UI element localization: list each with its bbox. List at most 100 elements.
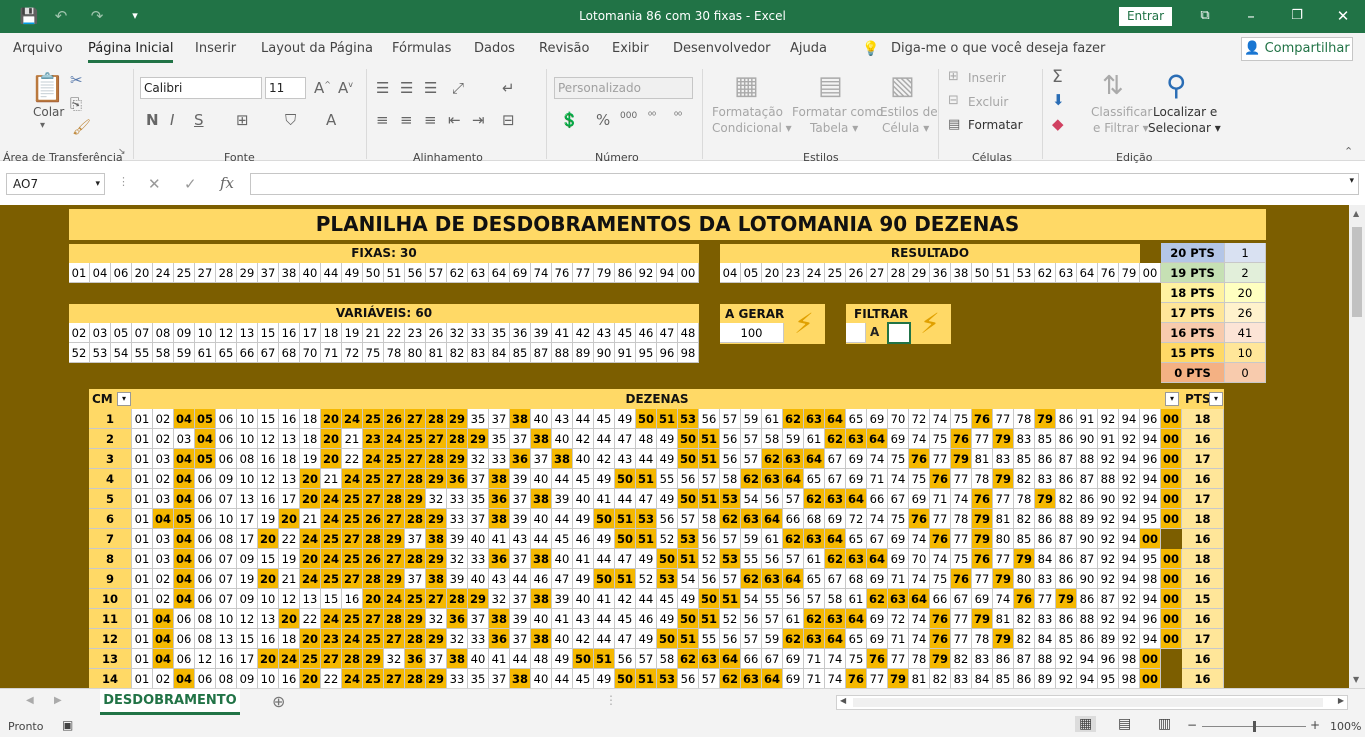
- dezena-cell[interactable]: 62: [804, 609, 825, 629]
- dezena-cell[interactable]: 49: [657, 429, 678, 449]
- dezena-cell[interactable]: 81: [993, 609, 1014, 629]
- dezena-cell[interactable]: 84: [1035, 549, 1056, 569]
- variavel-cell[interactable]: 23: [405, 323, 426, 343]
- dezena-cell[interactable]: 52: [657, 529, 678, 549]
- dezena-cell[interactable]: 75: [846, 649, 867, 669]
- variavel-cell[interactable]: 33: [468, 323, 489, 343]
- variavel-cell[interactable]: 54: [111, 343, 132, 363]
- dezena-cell[interactable]: 37: [405, 569, 426, 589]
- fixa-cell[interactable]: 29: [237, 263, 258, 283]
- dezena-cell[interactable]: 56: [741, 609, 762, 629]
- variavel-cell[interactable]: 71: [321, 343, 342, 363]
- dezena-cell[interactable]: 68: [846, 569, 867, 589]
- copy-icon[interactable]: ⎘: [70, 95, 82, 113]
- dezena-cell[interactable]: 24: [384, 589, 405, 609]
- dezena-cell[interactable]: 19: [237, 569, 258, 589]
- dezena-cell[interactable]: 86: [1056, 549, 1077, 569]
- resultado-cell[interactable]: 04: [720, 263, 741, 283]
- variavel-cell[interactable]: 22: [384, 323, 405, 343]
- dezena-cell[interactable]: 56: [762, 549, 783, 569]
- dezena-cell[interactable]: 74: [867, 509, 888, 529]
- zoom-thumb[interactable]: [1253, 721, 1256, 732]
- dezena-cell[interactable]: 65: [846, 409, 867, 429]
- dezena-cell[interactable]: 63: [699, 649, 720, 669]
- fixa-cell[interactable]: 28: [216, 263, 237, 283]
- currency-icon[interactable]: 💲: [560, 111, 579, 129]
- row-cm[interactable]: 5: [89, 489, 132, 509]
- sheet-tab-desdobramento[interactable]: DESDOBRAMENTO: [100, 689, 240, 715]
- dezena-cell[interactable]: 63: [888, 589, 909, 609]
- dezena-cell[interactable]: 64: [825, 629, 846, 649]
- pts-summary-count[interactable]: 10: [1225, 343, 1266, 363]
- dezena-cell[interactable]: 48: [636, 429, 657, 449]
- dezena-cell[interactable]: 51: [615, 569, 636, 589]
- row-pts[interactable]: 16: [1182, 569, 1224, 589]
- tab-exibir[interactable]: Exibir: [612, 41, 649, 56]
- dezena-cell[interactable]: 28: [405, 509, 426, 529]
- dezena-cell[interactable]: 37: [468, 509, 489, 529]
- dezena-cell[interactable]: 64: [804, 449, 825, 469]
- dezena-cell[interactable]: 86: [993, 649, 1014, 669]
- variavel-cell[interactable]: 98: [678, 343, 699, 363]
- variavel-cell[interactable]: 55: [132, 343, 153, 363]
- dezena-cell[interactable]: 96: [1140, 449, 1161, 469]
- dezena-cell[interactable]: 04: [174, 549, 195, 569]
- dezena-cell[interactable]: 43: [552, 409, 573, 429]
- dezena-cell[interactable]: 00: [1161, 409, 1182, 429]
- dezena-cell[interactable]: 24: [321, 489, 342, 509]
- formula-input[interactable]: ▾: [250, 173, 1359, 195]
- fixa-cell[interactable]: 51: [384, 263, 405, 283]
- dezena-cell[interactable]: 69: [888, 529, 909, 549]
- dezena-cell[interactable]: 86: [1056, 569, 1077, 589]
- dezena-cell[interactable]: 51: [678, 629, 699, 649]
- dezena-cell[interactable]: 65: [846, 629, 867, 649]
- dezena-cell[interactable]: 12: [258, 469, 279, 489]
- row-pts[interactable]: 16: [1182, 649, 1224, 669]
- dezena-cell[interactable]: 24: [321, 549, 342, 569]
- dezena-cell[interactable]: 38: [531, 489, 552, 509]
- dezena-cell[interactable]: 69: [783, 649, 804, 669]
- dezena-cell[interactable]: 51: [636, 669, 657, 688]
- dezena-cell[interactable]: 36: [489, 489, 510, 509]
- prev-sheet-icon[interactable]: ◀: [26, 695, 34, 706]
- dezena-cell[interactable]: 22: [300, 609, 321, 629]
- zoom-in-icon[interactable]: +: [1310, 718, 1320, 732]
- fixa-cell[interactable]: 01: [69, 263, 90, 283]
- dezena-cell[interactable]: 69: [846, 469, 867, 489]
- dezena-cell[interactable]: 62: [783, 629, 804, 649]
- dezena-cell[interactable]: 38: [447, 649, 468, 669]
- variavel-cell[interactable]: 61: [195, 343, 216, 363]
- row-pts[interactable]: 17: [1182, 489, 1224, 509]
- dezena-cell[interactable]: 78: [1014, 489, 1035, 509]
- dezena-cell[interactable]: 57: [741, 429, 762, 449]
- dezena-cell[interactable]: 56: [699, 529, 720, 549]
- dezena-cell[interactable]: 58: [699, 509, 720, 529]
- dezena-cell[interactable]: 57: [720, 409, 741, 429]
- resultado-cell[interactable]: 20: [762, 263, 783, 283]
- dezena-cell[interactable]: 89: [1098, 629, 1119, 649]
- dezena-cell[interactable]: 86: [1077, 589, 1098, 609]
- dezena-cell[interactable]: 25: [300, 649, 321, 669]
- dezena-cell[interactable]: 89: [1035, 669, 1056, 688]
- dezena-cell[interactable]: 51: [720, 589, 741, 609]
- dezena-cell[interactable]: 83: [1035, 569, 1056, 589]
- dezena-cell[interactable]: 20: [363, 589, 384, 609]
- dezena-cell[interactable]: 06: [195, 509, 216, 529]
- fixa-cell[interactable]: 49: [342, 263, 363, 283]
- dezena-cell[interactable]: 38: [531, 549, 552, 569]
- fixa-cell[interactable]: 50: [363, 263, 384, 283]
- sort-filter-label-2[interactable]: e Filtrar ▾: [1093, 121, 1149, 135]
- variavel-cell[interactable]: 75: [363, 343, 384, 363]
- dezena-cell[interactable]: 39: [447, 529, 468, 549]
- align-center-icon[interactable]: ≡: [400, 111, 413, 129]
- dezena-cell[interactable]: 69: [888, 429, 909, 449]
- dezena-cell[interactable]: 94: [1119, 409, 1140, 429]
- dezena-cell[interactable]: 69: [972, 589, 993, 609]
- dezena-cell[interactable]: 12: [258, 429, 279, 449]
- add-sheet-icon[interactable]: ⊕: [272, 692, 285, 711]
- dezena-cell[interactable]: 55: [762, 589, 783, 609]
- dezena-cell[interactable]: 59: [762, 629, 783, 649]
- filter-dropdown-icon[interactable]: ▾: [117, 392, 131, 406]
- dezena-cell[interactable]: 06: [216, 449, 237, 469]
- dezena-cell[interactable]: 37: [510, 489, 531, 509]
